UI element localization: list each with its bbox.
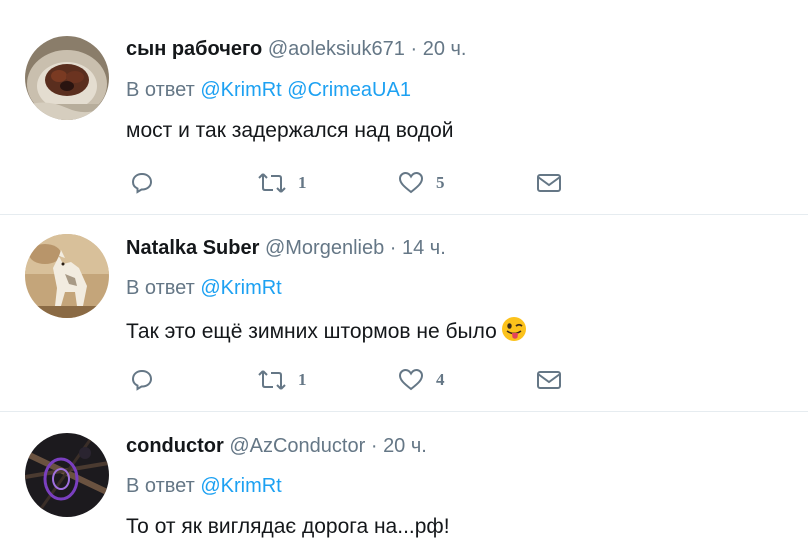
- reply-button[interactable]: [130, 168, 154, 198]
- mention-link[interactable]: @KrimRt: [200, 475, 281, 497]
- tweet-actions: 1 4: [126, 365, 586, 395]
- like-button[interactable]: 5: [398, 168, 445, 198]
- separator-dot: ·: [389, 237, 397, 259]
- mention-link[interactable]: @KrimRt: [200, 79, 281, 101]
- reply-context: В ответ @KrimRt @CrimeaUA1: [126, 78, 411, 102]
- reply-prefix: В ответ: [126, 475, 195, 497]
- user-handle[interactable]: @aoleksiuk671: [268, 38, 405, 60]
- tweet-header: conductor @AzConductor · 20 ч.: [126, 434, 427, 458]
- direct-message-button[interactable]: [536, 168, 562, 198]
- envelope-icon: [537, 174, 561, 192]
- timestamp[interactable]: 14 ч.: [402, 237, 446, 259]
- heart-icon: [398, 368, 424, 391]
- retweet-count: 1: [298, 370, 307, 389]
- timestamp[interactable]: 20 ч.: [423, 38, 467, 60]
- tweet[interactable]: сын рабочего @aoleksiuk671 · 20 ч. В отв…: [0, 0, 808, 214]
- reply-prefix: В ответ: [126, 277, 195, 299]
- user-handle[interactable]: @AzConductor: [229, 435, 365, 457]
- retweet-icon: [258, 173, 286, 193]
- retweet-button[interactable]: 1: [258, 365, 307, 395]
- reply-context: В ответ @KrimRt: [126, 474, 282, 498]
- retweet-button[interactable]: 1: [258, 168, 307, 198]
- tweet[interactable]: Natalka Suber @Morgenlieb · 14 ч. В отве…: [0, 215, 808, 411]
- tweet-actions: 1 5: [126, 168, 586, 198]
- like-count: 4: [436, 370, 445, 389]
- tweet-text: То от як виглядає дорога на...рф!: [126, 515, 450, 538]
- separator-dot: ·: [370, 435, 378, 457]
- direct-message-button[interactable]: [536, 365, 562, 395]
- retweet-icon: [258, 370, 286, 390]
- mention-link[interactable]: @KrimRt: [200, 277, 281, 299]
- display-name[interactable]: сын рабочего: [126, 38, 262, 60]
- envelope-icon: [537, 371, 561, 389]
- tweet-text: мост и так задержался над водой: [126, 119, 454, 142]
- like-button[interactable]: 4: [398, 365, 445, 395]
- display-name[interactable]: Natalka Suber: [126, 237, 259, 259]
- avatar[interactable]: [25, 433, 109, 517]
- user-handle[interactable]: @Morgenlieb: [265, 237, 384, 259]
- reply-icon: [131, 369, 153, 391]
- tweet-header: Natalka Suber @Morgenlieb · 14 ч.: [126, 236, 446, 260]
- separator-dot: ·: [410, 38, 418, 60]
- display-name[interactable]: conductor: [126, 435, 224, 457]
- retweet-count: 1: [298, 173, 307, 192]
- timestamp[interactable]: 20 ч.: [383, 435, 427, 457]
- reply-icon: [131, 172, 153, 194]
- reply-button[interactable]: [130, 365, 154, 395]
- tweet-text: Так это ещё зимних штормов не было: [126, 316, 527, 349]
- reply-prefix: В ответ: [126, 79, 195, 101]
- avatar[interactable]: [25, 234, 109, 318]
- heart-icon: [398, 171, 424, 194]
- tweet[interactable]: conductor @AzConductor · 20 ч. В ответ @…: [0, 412, 808, 544]
- avatar[interactable]: [25, 36, 109, 120]
- like-count: 5: [436, 173, 445, 192]
- mention-link[interactable]: @CrimeaUA1: [287, 79, 411, 101]
- tweet-header: сын рабочего @aoleksiuk671 · 20 ч.: [126, 37, 466, 61]
- winking-tongue-emoji: [501, 316, 527, 349]
- reply-context: В ответ @KrimRt: [126, 276, 282, 300]
- tweet-text-content: Так это ещё зимних штормов не было: [126, 320, 497, 343]
